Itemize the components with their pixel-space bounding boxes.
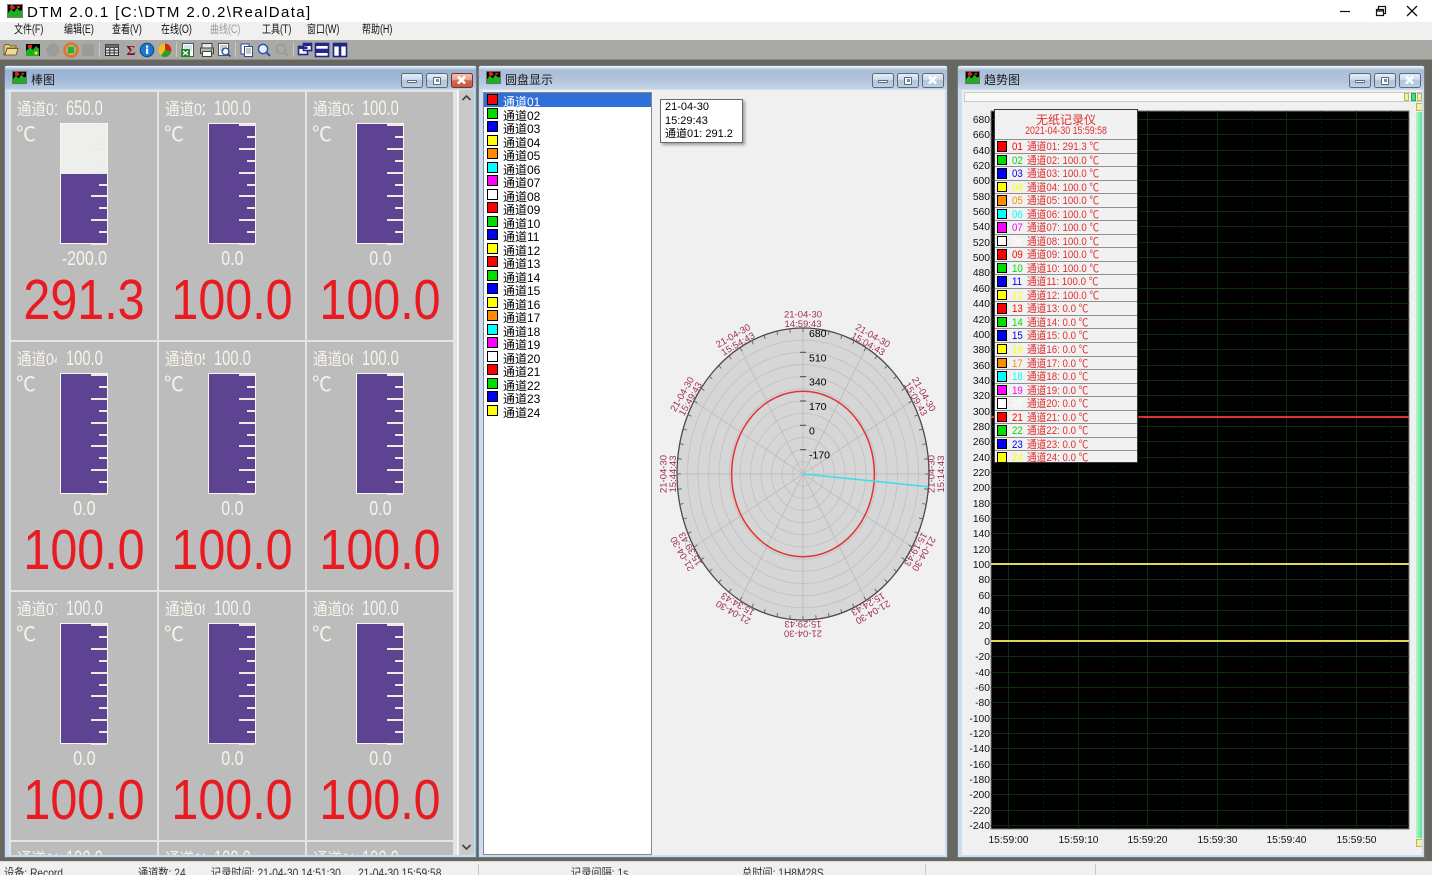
svg-text:620: 620 xyxy=(973,161,990,172)
svg-text:340: 340 xyxy=(973,376,990,387)
svg-text:20: 20 xyxy=(979,621,991,632)
svg-text:170: 170 xyxy=(809,401,827,413)
svg-text:-220: -220 xyxy=(969,806,990,817)
svg-text:540: 540 xyxy=(973,222,990,233)
svg-text:15:59:20: 15:59:20 xyxy=(1127,835,1167,846)
svg-text:260: 260 xyxy=(973,437,990,448)
svg-text:-80: -80 xyxy=(975,698,990,709)
svg-text:-240: -240 xyxy=(969,821,990,832)
svg-text:120: 120 xyxy=(973,545,990,556)
svg-text:-140: -140 xyxy=(969,744,990,755)
svg-text:-120: -120 xyxy=(969,729,990,740)
svg-text:160: 160 xyxy=(973,514,990,525)
svg-text:Σ: Σ xyxy=(126,44,135,58)
svg-text:510: 510 xyxy=(809,352,827,364)
svg-text:-170: -170 xyxy=(809,450,830,462)
svg-text:-60: -60 xyxy=(975,683,990,694)
svg-text:300: 300 xyxy=(973,407,990,418)
svg-text:240: 240 xyxy=(973,453,990,464)
svg-text:-160: -160 xyxy=(969,760,990,771)
svg-text:40: 40 xyxy=(979,606,991,617)
svg-text:21-04-3015:44:43: 21-04-3015:44:43 xyxy=(659,455,680,493)
svg-text:280: 280 xyxy=(973,422,990,433)
svg-text:15:59:00: 15:59:00 xyxy=(988,835,1028,846)
svg-text:21-04-3015:14:43: 21-04-3015:14:43 xyxy=(927,455,946,493)
svg-text:520: 520 xyxy=(973,238,990,249)
svg-text:0: 0 xyxy=(809,425,815,437)
svg-text:340: 340 xyxy=(809,377,827,389)
svg-text:400: 400 xyxy=(973,330,990,341)
svg-text:15:59:10: 15:59:10 xyxy=(1058,835,1098,846)
svg-text:15:59:50: 15:59:50 xyxy=(1336,835,1376,846)
svg-text:380: 380 xyxy=(973,345,990,356)
svg-text:-100: -100 xyxy=(969,714,990,725)
svg-text:420: 420 xyxy=(973,315,990,326)
svg-text:600: 600 xyxy=(973,176,990,187)
svg-text:360: 360 xyxy=(973,361,990,372)
svg-text:21-04-3014:59:43: 21-04-3014:59:43 xyxy=(784,310,822,331)
svg-text:560: 560 xyxy=(973,207,990,218)
svg-text:680: 680 xyxy=(973,115,990,126)
svg-text:200: 200 xyxy=(973,483,990,494)
svg-text:320: 320 xyxy=(973,391,990,402)
svg-text:580: 580 xyxy=(973,192,990,203)
svg-text:80: 80 xyxy=(979,575,991,586)
svg-text:460: 460 xyxy=(973,284,990,295)
svg-text:480: 480 xyxy=(973,268,990,279)
svg-text:15:59:40: 15:59:40 xyxy=(1266,835,1306,846)
svg-text:-200: -200 xyxy=(969,790,990,801)
svg-text:15:59:30: 15:59:30 xyxy=(1197,835,1237,846)
svg-text:21-04-3015:29:43: 21-04-3015:29:43 xyxy=(784,618,822,639)
svg-text:100: 100 xyxy=(973,560,990,571)
svg-text:60: 60 xyxy=(979,591,991,602)
svg-text:140: 140 xyxy=(973,529,990,540)
svg-text:440: 440 xyxy=(973,299,990,310)
svg-text:0: 0 xyxy=(984,637,990,648)
svg-text:220: 220 xyxy=(973,468,990,479)
svg-text:180: 180 xyxy=(973,499,990,510)
svg-text:-180: -180 xyxy=(969,775,990,786)
svg-text:640: 640 xyxy=(973,146,990,157)
svg-text:500: 500 xyxy=(973,253,990,264)
svg-text:-20: -20 xyxy=(975,652,990,663)
svg-text:-40: -40 xyxy=(975,668,990,679)
svg-text:660: 660 xyxy=(973,130,990,141)
